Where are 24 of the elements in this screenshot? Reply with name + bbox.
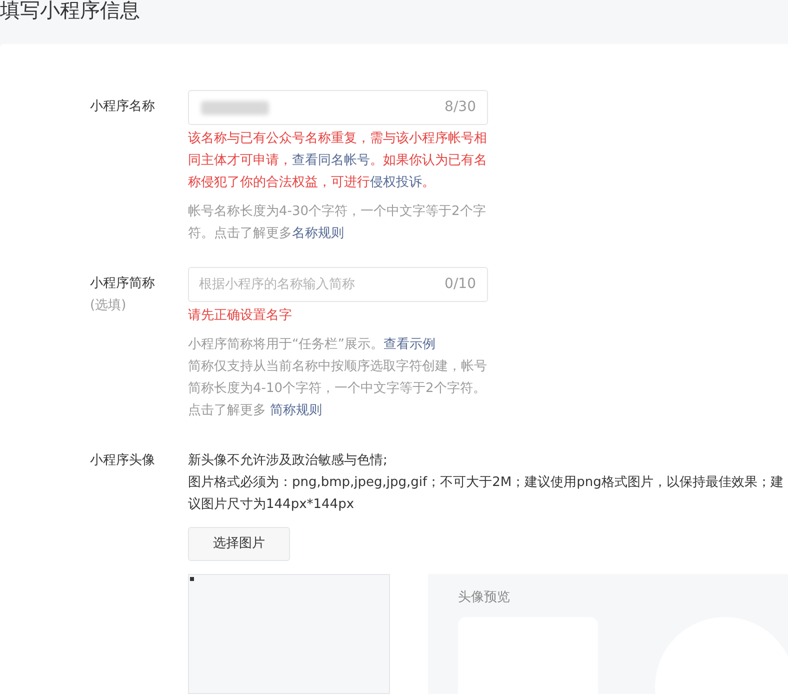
field-label: 小程序头像 [90, 452, 156, 470]
field-label: 小程序简称 [90, 275, 156, 293]
link[interactable]: 侵权投诉 [370, 175, 422, 190]
field-label: 小程序名称 [90, 98, 156, 116]
optional-label: (选填) [90, 297, 128, 315]
link[interactable]: 简称规则 [270, 403, 322, 418]
blurred-value [201, 100, 269, 114]
error-message: 该名称与已有公众号名称重复，需与该小程序帐号相同主体才可申请，查看同名帐号。如果你认为已有名称侵犯了你的合法权益，可进行侵权投诉。 [188, 130, 488, 192]
link[interactable]: 名称规则 [292, 226, 344, 241]
hint-text: 帐号名称长度为4-30个字符，一个中文字等于2个字符。点击了解更多名称规则 [188, 203, 487, 243]
link[interactable]: 查看同名帐号 [292, 153, 370, 168]
text-field[interactable] [188, 90, 488, 125]
char-counter: 8/30 [444, 98, 476, 116]
link[interactable]: 查看示例 [383, 337, 436, 352]
requirement-text: 新头像不允许涉及政治敏感与色情; [188, 452, 388, 470]
requirement-text: 图片格式必须为：png,bmp,jpeg,jpg,gif；不可大于2M；建议使用png格式图片，以保持最佳效果；建议图片尺寸为144px*144px [188, 474, 784, 514]
hint-text: 简称仅支持从当前名称中按顺序选取字符创建，帐号简称长度为4-10个字符，一个中文字等于2个字符。点击了解更多 简称规则 [188, 358, 488, 420]
image-upload-area[interactable] [188, 574, 390, 694]
error-message: 请先正确设置名字 [188, 307, 293, 325]
page-title: 填写小程序信息 [0, 0, 140, 22]
preview-title: 头像预览 [458, 589, 511, 607]
choose-image-button[interactable]: 选择图片 [188, 527, 290, 561]
hint-text: 小程序简称将用于“任务栏”展示。查看示例 [188, 336, 436, 354]
char-counter: 0/10 [444, 275, 476, 293]
